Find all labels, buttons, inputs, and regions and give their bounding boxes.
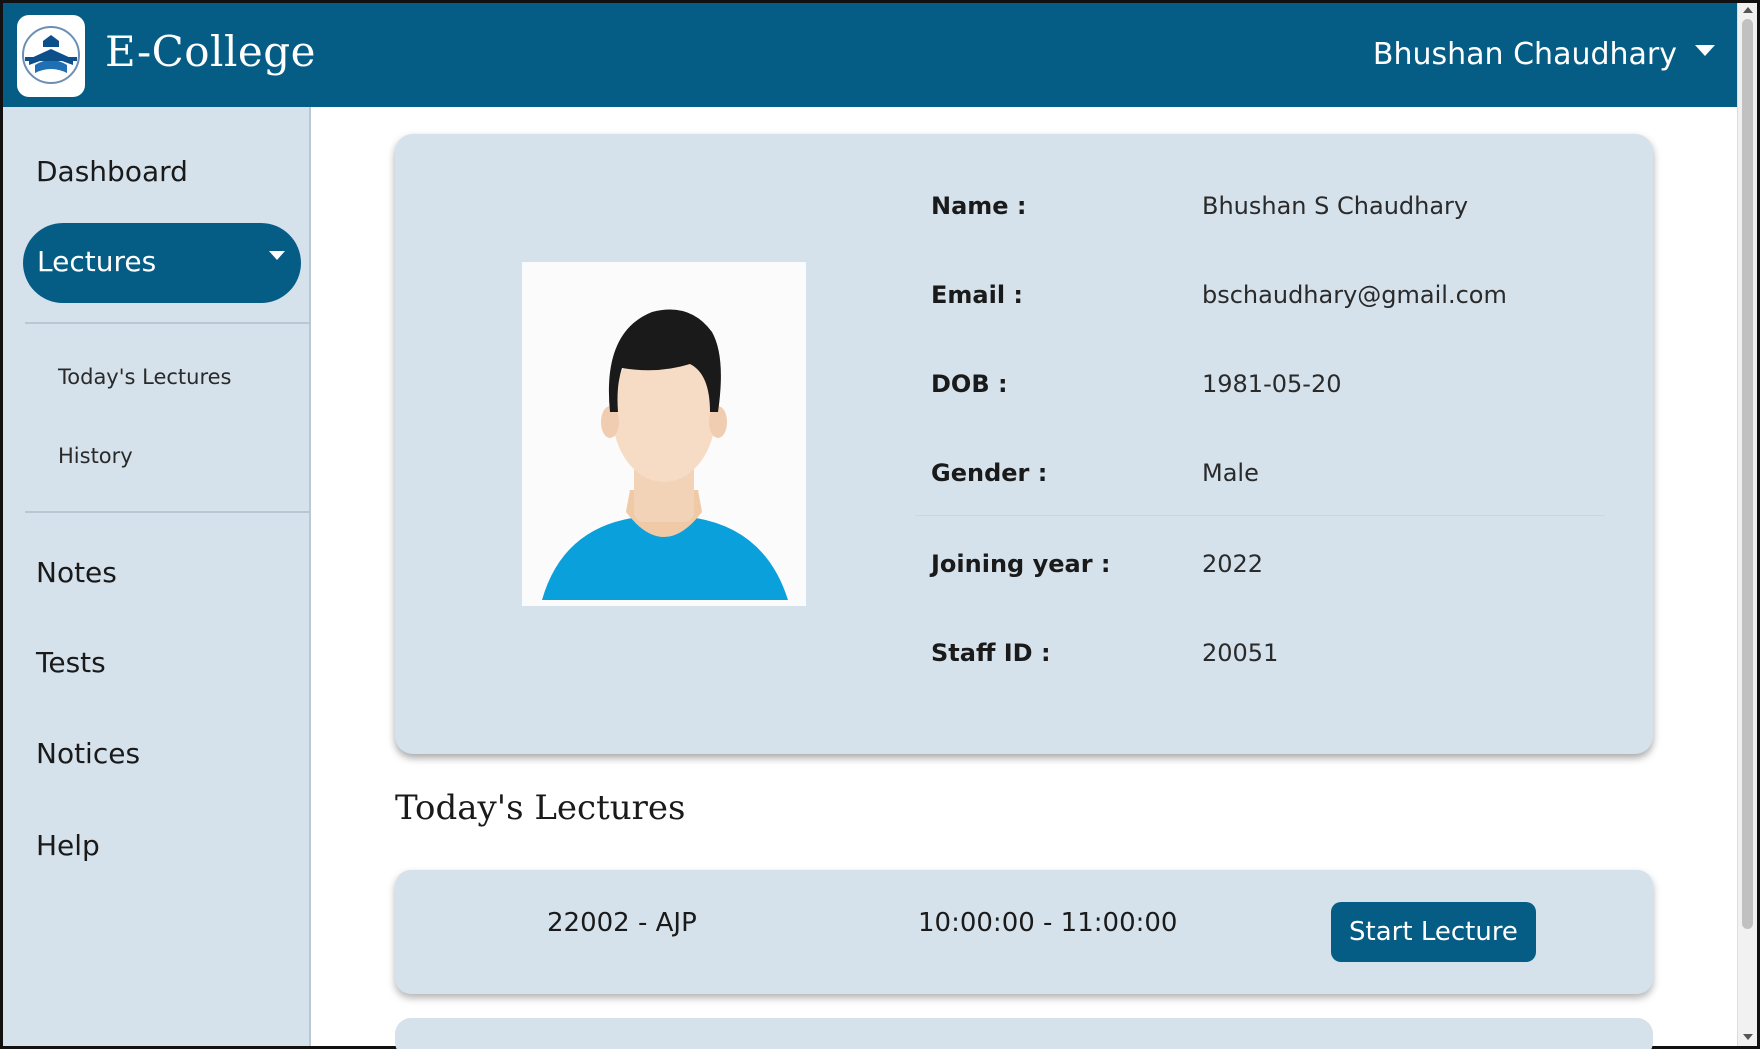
brand-title: E-College bbox=[105, 27, 317, 76]
sidebar-item-notes[interactable]: Notes bbox=[36, 556, 117, 589]
page-scrollbar[interactable] bbox=[1737, 3, 1757, 1046]
scroll-up-icon[interactable] bbox=[1743, 7, 1753, 13]
sidebar-item-notices[interactable]: Notices bbox=[36, 737, 140, 770]
sidebar-item-tests[interactable]: Tests bbox=[36, 646, 106, 679]
sidebar-subitem-todays-lectures[interactable]: Today's Lectures bbox=[58, 365, 232, 389]
lecture-code: 22002 - AJP bbox=[547, 908, 697, 938]
info-divider bbox=[915, 515, 1605, 516]
profile-card: Name : Bhushan S Chaudhary Email : bscha… bbox=[395, 134, 1653, 754]
label-dob: DOB : bbox=[931, 370, 1008, 398]
value-joining-year: 2022 bbox=[1202, 550, 1264, 578]
sidebar-item-label: Lectures bbox=[37, 245, 157, 278]
user-avatar-icon bbox=[522, 262, 806, 606]
sidebar-item-dashboard[interactable]: Dashboard bbox=[36, 155, 188, 188]
start-lecture-button[interactable]: Start Lecture bbox=[1331, 902, 1536, 962]
lecture-card bbox=[395, 1018, 1653, 1049]
label-staff-id: Staff ID : bbox=[931, 639, 1051, 667]
sidebar-divider bbox=[25, 511, 309, 513]
sidebar-item-lectures[interactable]: Lectures bbox=[23, 223, 301, 303]
sidebar-divider bbox=[25, 322, 309, 324]
chevron-down-icon[interactable] bbox=[1695, 45, 1715, 56]
label-gender: Gender : bbox=[931, 459, 1048, 487]
top-navbar: E-College Bhushan Chaudhary bbox=[3, 3, 1737, 107]
sidebar: Dashboard Lectures Today's Lectures Hist… bbox=[3, 107, 311, 1046]
sidebar-item-help[interactable]: Help bbox=[36, 829, 100, 862]
value-gender: Male bbox=[1202, 459, 1259, 487]
value-name: Bhushan S Chaudhary bbox=[1202, 192, 1469, 220]
label-name: Name : bbox=[931, 192, 1027, 220]
value-staff-id: 20051 bbox=[1202, 639, 1279, 667]
value-dob: 1981-05-20 bbox=[1202, 370, 1342, 398]
label-joining-year: Joining year : bbox=[931, 550, 1111, 578]
lecture-card: 22002 - AJP 10:00:00 - 11:00:00 Start Le… bbox=[395, 870, 1653, 994]
college-logo-icon[interactable] bbox=[17, 15, 85, 97]
user-menu-name[interactable]: Bhushan Chaudhary bbox=[1373, 37, 1677, 72]
scroll-thumb[interactable] bbox=[1742, 19, 1753, 929]
scroll-down-icon[interactable] bbox=[1743, 1034, 1753, 1040]
value-email: bschaudhary@gmail.com bbox=[1202, 281, 1507, 309]
section-title-todays-lectures: Today's Lectures bbox=[395, 788, 686, 828]
sidebar-subitem-history[interactable]: History bbox=[58, 444, 133, 468]
chevron-down-icon[interactable] bbox=[269, 251, 285, 260]
label-email: Email : bbox=[931, 281, 1024, 309]
lecture-time: 10:00:00 - 11:00:00 bbox=[918, 908, 1178, 938]
